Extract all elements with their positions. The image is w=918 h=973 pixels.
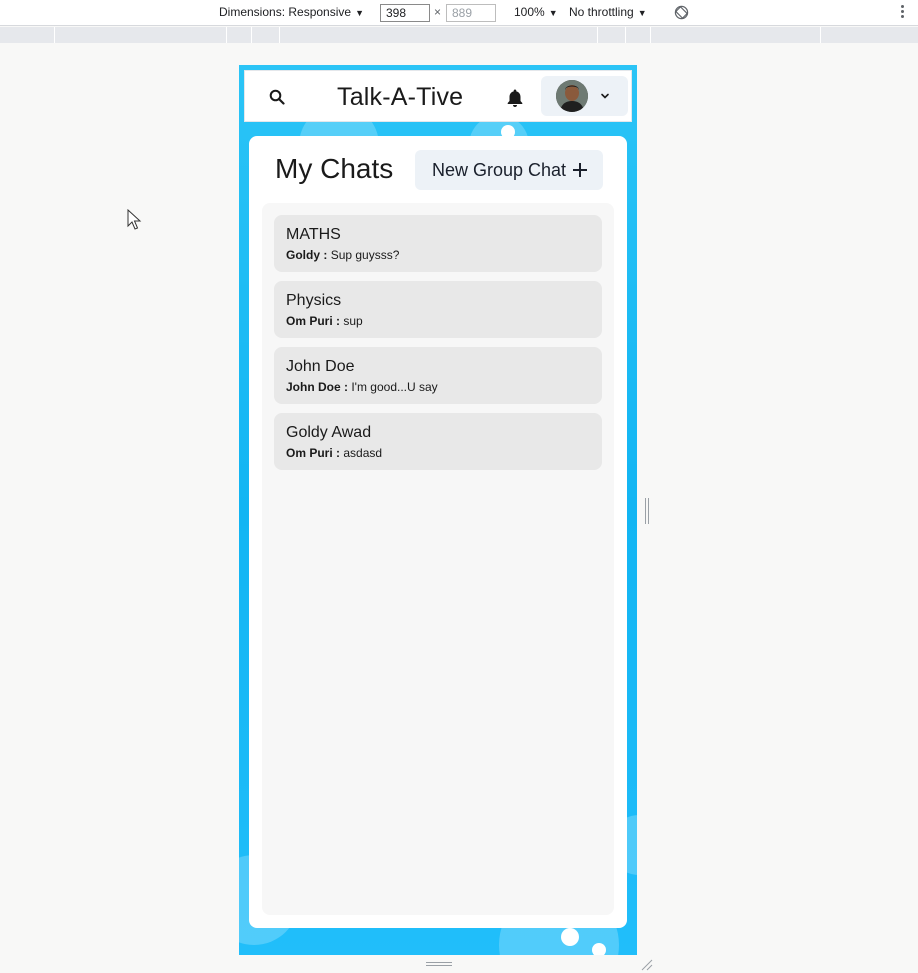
chat-name: John Doe <box>286 358 355 375</box>
message-sender: Om Puri : <box>286 446 341 460</box>
avatar <box>556 80 588 112</box>
zoom-dropdown[interactable]: 100% ▼ <box>514 5 558 19</box>
bell-icon[interactable] <box>505 88 525 108</box>
message-text: sup <box>343 314 363 328</box>
width-input[interactable]: 398 <box>380 4 430 22</box>
latest-message: Om Puri : sup <box>286 314 590 328</box>
my-chats-title: My Chats <box>275 153 394 184</box>
corner-resize-handle[interactable] <box>640 958 654 972</box>
my-chats-panel: My Chats New Group Chat MATHS Goldy : Su… <box>249 136 627 928</box>
mouse-cursor-icon <box>127 209 142 230</box>
latest-message: Om Puri : asdasd <box>286 446 590 460</box>
background-bubble <box>561 928 579 946</box>
new-group-chat-label: New Group Chat <box>432 159 567 180</box>
dimensions-dropdown[interactable]: Dimensions: Responsive ▼ <box>219 5 364 19</box>
latest-message: John Doe : I'm good...U say <box>286 380 590 394</box>
media-query-bar <box>0 27 918 43</box>
throttling-label: No throttling <box>569 5 634 19</box>
chat-name: Goldy Awad <box>286 424 372 441</box>
search-button[interactable] <box>263 84 291 110</box>
chat-list: MATHS Goldy : Sup guysss? Physics Om Pur… <box>262 203 614 915</box>
device-viewport: Talk-A-Tive My Chats New Group Chat MATH… <box>239 65 637 955</box>
app-header: Talk-A-Tive <box>244 70 632 122</box>
dropdown-caret-icon: ▼ <box>548 8 558 18</box>
rotate-icon[interactable] <box>674 5 689 20</box>
app-title: Talk-A-Tive <box>337 83 464 111</box>
message-text: I'm good...U say <box>351 380 438 394</box>
zoom-label: 100% <box>514 5 545 19</box>
latest-message: Goldy : Sup guysss? <box>286 248 590 262</box>
times-separator: × <box>434 5 442 19</box>
search-icon <box>269 89 285 105</box>
devtools-toolbar: Dimensions: Responsive ▼ 398 × 889 100% ▼ … <box>0 0 918 26</box>
chat-name: Physics <box>286 292 342 309</box>
dropdown-caret-icon: ▼ <box>637 8 647 18</box>
chat-name: MATHS <box>286 226 341 243</box>
more-options-icon[interactable] <box>901 5 905 21</box>
message-text: asdasd <box>343 446 383 460</box>
new-group-chat-button[interactable]: New Group Chat <box>415 150 603 190</box>
height-input[interactable]: 889 <box>446 4 496 22</box>
dropdown-caret-icon: ▼ <box>355 8 364 18</box>
message-sender: John Doe : <box>286 380 348 394</box>
plus-icon <box>573 163 588 177</box>
chat-list-item[interactable]: John Doe John Doe : I'm good...U say <box>274 347 602 404</box>
bottom-resize-handle[interactable] <box>426 962 452 968</box>
chat-list-item[interactable]: Goldy Awad Om Puri : asdasd <box>274 413 602 470</box>
background-bubble <box>592 943 606 955</box>
chevron-down-icon <box>601 93 609 99</box>
chat-list-item[interactable]: Physics Om Puri : sup <box>274 281 602 338</box>
dimensions-label: Dimensions: Responsive <box>219 5 352 19</box>
message-sender: Om Puri : <box>286 314 341 328</box>
message-sender: Goldy : <box>286 248 328 262</box>
message-text: Sup guysss? <box>330 248 400 262</box>
profile-menu-button[interactable] <box>541 76 628 116</box>
right-resize-handle[interactable] <box>645 498 651 524</box>
throttling-dropdown[interactable]: No throttling ▼ <box>569 5 647 19</box>
chat-list-item[interactable]: MATHS Goldy : Sup guysss? <box>274 215 602 272</box>
